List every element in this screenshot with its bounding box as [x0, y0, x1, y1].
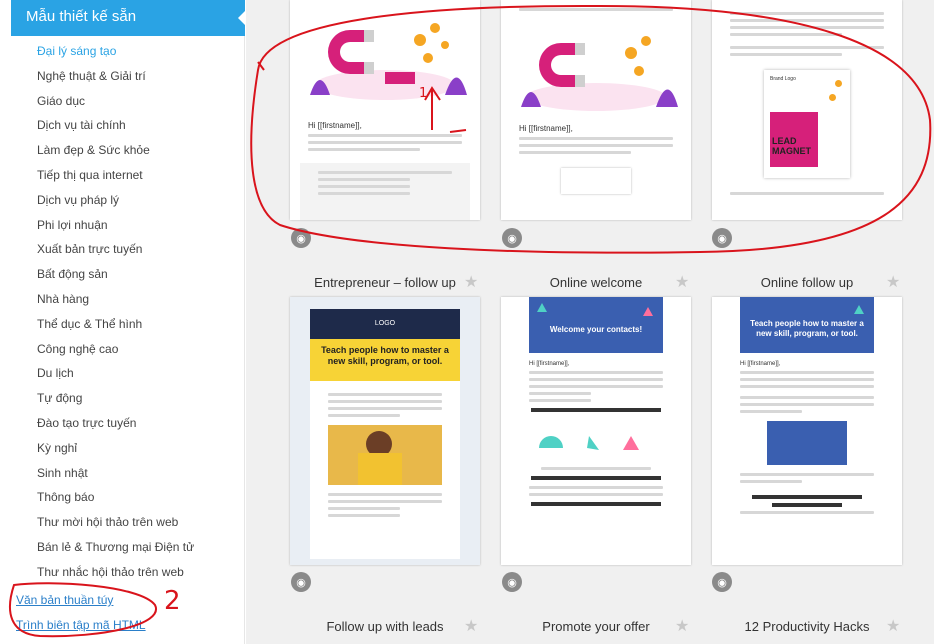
eye-icon: ◉: [717, 232, 727, 245]
favorite-star-icon[interactable]: ★: [886, 616, 900, 636]
category-item[interactable]: Làm đẹp & Sức khỏe: [0, 138, 245, 163]
email-banner: Welcome your contacts!: [529, 297, 663, 353]
category-item[interactable]: Nhà hàng: [0, 287, 245, 312]
favorite-star-icon[interactable]: ★: [464, 272, 478, 292]
category-item[interactable]: Thư nhắc hội thảo trên web: [0, 560, 245, 585]
email-image: [767, 421, 847, 465]
favorite-star-icon[interactable]: ★: [886, 272, 900, 292]
plain-text-link[interactable]: Văn bản thuần túy: [16, 589, 146, 614]
eye-icon: ◉: [507, 576, 517, 589]
email-greeting: Hi [[firstname]],: [308, 121, 362, 130]
template-title: Online follow up: [760, 275, 854, 290]
category-item[interactable]: Dịch vụ tài chính: [0, 113, 245, 138]
annotation-label-1: 1: [419, 86, 428, 101]
eye-icon: ◉: [296, 232, 306, 245]
template-gallery: Hi [[firstname]], Hi [[firstname]], Bran…: [246, 0, 934, 644]
email-greeting: Hi [[firstname]],: [519, 124, 573, 133]
category-item[interactable]: Bất động sản: [0, 262, 245, 287]
template-title: Promote your offer: [542, 619, 650, 634]
template-card-online-welcome[interactable]: Welcome your contacts! Hi [[firstname]],: [501, 297, 691, 565]
category-item[interactable]: Nghệ thuật & Giải trí: [0, 64, 245, 89]
eye-icon: ◉: [507, 232, 517, 245]
preview-eye-button[interactable]: ◉: [502, 228, 522, 248]
category-item[interactable]: Xuất bản trực tuyến: [0, 237, 245, 262]
preview-eye-button[interactable]: ◉: [502, 572, 522, 592]
template-card[interactable]: Hi [[firstname]],: [501, 0, 691, 220]
category-item[interactable]: Thông báo: [0, 485, 245, 510]
category-item[interactable]: Giáo dục: [0, 89, 245, 114]
category-sidebar: Mẫu thiết kế sẵn Đại lý sáng tạo Nghệ th…: [0, 0, 246, 644]
template-title: 12 Productivity Hacks: [744, 619, 870, 634]
email-photo: [328, 425, 442, 485]
html-editor-link[interactable]: Trình biên tập mã HTML: [16, 614, 146, 639]
eye-icon: ◉: [717, 576, 727, 589]
sidebar-header[interactable]: Mẫu thiết kế sẵn: [11, 0, 246, 36]
category-item[interactable]: Đào tạo trực tuyến: [0, 411, 245, 436]
template-card-online-follow-up[interactable]: Teach people how to master a new skill, …: [712, 297, 902, 565]
preview-eye-button[interactable]: ◉: [712, 228, 732, 248]
annotation-label-2: 2: [164, 586, 181, 616]
template-card[interactable]: Brand Logo LEAD MAGNET: [712, 0, 902, 220]
category-item[interactable]: Phi lợi nhuận: [0, 213, 245, 238]
template-title: Online welcome: [549, 275, 643, 290]
favorite-star-icon[interactable]: ★: [675, 272, 689, 292]
preview-eye-button[interactable]: ◉: [712, 572, 732, 592]
email-banner: Teach people how to master a new skill, …: [740, 297, 874, 353]
template-title: Entrepreneur – follow up: [314, 275, 456, 290]
preview-eye-button[interactable]: ◉: [291, 228, 311, 248]
shape-icons: [539, 436, 639, 450]
eye-icon: ◉: [296, 576, 306, 589]
category-item[interactable]: Bán lẻ & Thương mại Điện tử: [0, 535, 245, 560]
category-item[interactable]: Dịch vụ pháp lý: [0, 188, 245, 213]
category-item[interactable]: Thư mời hội thảo trên web: [0, 510, 245, 535]
template-card[interactable]: Hi [[firstname]],: [290, 0, 480, 220]
category-item[interactable]: Kỳ nghỉ: [0, 436, 245, 461]
category-item[interactable]: Tiếp thị qua internet: [0, 163, 245, 188]
magnet-illustration: [521, 36, 678, 111]
email-headline: Teach people how to master a new skill, …: [310, 339, 460, 381]
category-item[interactable]: Du lịch: [0, 361, 245, 386]
category-item[interactable]: Công nghệ cao: [0, 337, 245, 362]
template-title: Follow up with leads: [326, 619, 444, 634]
lead-magnet-cover: Brand Logo LEAD MAGNET: [764, 70, 850, 178]
magnet-illustration: [290, 0, 480, 110]
category-list: Đại lý sáng tạo Nghệ thuật & Giải trí Gi…: [0, 39, 245, 585]
favorite-star-icon[interactable]: ★: [464, 616, 478, 636]
category-item[interactable]: Sinh nhật: [0, 461, 245, 486]
favorite-star-icon[interactable]: ★: [675, 616, 689, 636]
category-item[interactable]: Đại lý sáng tạo: [0, 39, 245, 64]
email-logo: LOGO: [310, 309, 460, 339]
category-item[interactable]: Thể dục & Thể hình: [0, 312, 245, 337]
category-item[interactable]: Tự động: [0, 386, 245, 411]
editor-links: Văn bản thuần túy Trình biên tập mã HTML: [16, 589, 146, 639]
template-card-entrepreneur[interactable]: LOGO Teach people how to master a new sk…: [290, 297, 480, 565]
preview-eye-button[interactable]: ◉: [291, 572, 311, 592]
